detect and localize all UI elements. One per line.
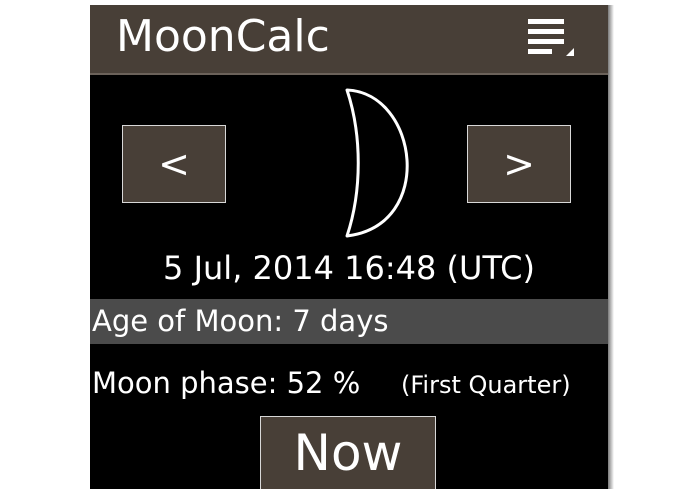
title-bar-divider xyxy=(90,73,608,75)
next-day-button[interactable]: > xyxy=(467,125,571,203)
moon-phase-row: Moon phase: 52 % (First Quarter) xyxy=(90,357,608,407)
title-bar: MoonCalc xyxy=(90,5,608,73)
app-title: MoonCalc xyxy=(116,11,330,62)
overflow-menu-icon[interactable] xyxy=(528,17,574,59)
moon-phase-percent-text: Moon phase: 52 % xyxy=(92,366,361,400)
age-of-moon-text: Age of Moon: 7 days xyxy=(92,304,389,338)
age-of-moon-row: Age of Moon: 7 days xyxy=(90,299,608,344)
app-screen: MoonCalc < > 5 Jul, 2014 16:48 (UTC) Age… xyxy=(90,5,608,489)
moon-phase-first-quarter-icon xyxy=(340,87,420,239)
screen-edge-shadow xyxy=(608,5,614,489)
previous-day-button[interactable]: < xyxy=(122,125,226,203)
moon-phase-name-text: (First Quarter) xyxy=(401,371,571,399)
now-button[interactable]: Now xyxy=(260,416,436,489)
date-time-label: 5 Jul, 2014 16:48 (UTC) xyxy=(163,249,535,287)
